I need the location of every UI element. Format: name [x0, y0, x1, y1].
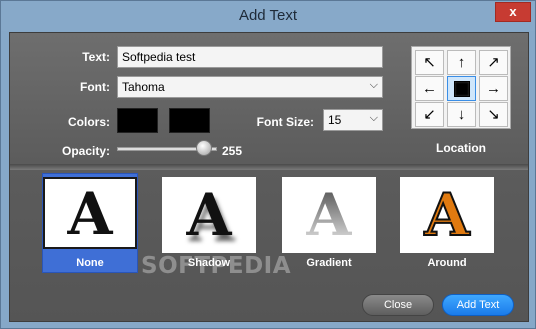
- location-left-button[interactable]: ←: [415, 76, 444, 101]
- style-none-preview: A: [67, 180, 113, 248]
- close-button[interactable]: Close: [362, 294, 434, 316]
- arrow-right-icon: →: [486, 80, 501, 97]
- location-right-button[interactable]: →: [479, 76, 508, 101]
- style-gradient-button[interactable]: A: [282, 177, 376, 253]
- opacity-slider-thumb[interactable]: [196, 140, 212, 156]
- arrow-up-icon: ↑: [457, 54, 466, 71]
- text-label: Text:: [82, 50, 110, 64]
- opacity-label: Opacity:: [61, 144, 110, 158]
- options-panel: Text: Softpedia test Font: Tahoma ⌵ Colo…: [9, 32, 529, 322]
- softpedia-watermark: SOFTPEDIA: [141, 253, 292, 279]
- close-window-button[interactable]: x: [495, 2, 531, 22]
- chevron-down-icon: ⌵: [369, 112, 378, 124]
- font-size-select[interactable]: 15 ⌵: [323, 109, 383, 131]
- location-label: Location: [436, 141, 486, 155]
- style-around-preview: A: [423, 180, 470, 250]
- font-select[interactable]: Tahoma ⌵: [117, 76, 383, 98]
- arrow-down-left-icon: ↙: [423, 106, 436, 123]
- arrow-up-right-icon: ↗: [487, 54, 500, 71]
- dialog-title: Add Text: [238, 7, 298, 24]
- style-shadow-preview: A: [186, 181, 232, 249]
- section-divider: [10, 164, 528, 170]
- style-gradient-preview: A: [306, 181, 352, 249]
- chevron-down-icon: ⌵: [369, 79, 378, 91]
- secondary-color-swatch[interactable]: [169, 108, 210, 133]
- center-square-icon: [453, 81, 470, 97]
- arrow-up-left-icon: ↖: [423, 54, 436, 71]
- location-top-left-button[interactable]: ↖: [415, 50, 444, 75]
- add-text-dialog: Add Text x Text: Softpedia test Font: Ta…: [0, 0, 536, 329]
- font-select-value: Tahoma: [122, 80, 165, 94]
- font-size-value: 15: [328, 113, 342, 127]
- style-around-label: Around: [427, 257, 467, 269]
- location-bottom-right-button[interactable]: ↘: [479, 102, 508, 127]
- arrow-left-icon: ←: [422, 80, 437, 97]
- location-top-right-button[interactable]: ↗: [479, 50, 508, 75]
- style-shadow-button[interactable]: A: [162, 177, 256, 253]
- font-label: Font:: [80, 80, 110, 94]
- style-around-button[interactable]: A: [400, 177, 494, 253]
- text-input[interactable]: Softpedia test: [117, 46, 383, 68]
- style-none-label: None: [76, 257, 104, 269]
- primary-color-swatch[interactable]: [117, 108, 158, 133]
- location-grid: ↖ ↑ ↗ ← → ↙ ↓ ↘: [411, 46, 511, 129]
- location-bottom-button[interactable]: ↓: [447, 102, 476, 127]
- opacity-value: 255: [222, 144, 243, 158]
- font-size-label: Font Size:: [256, 115, 314, 129]
- location-bottom-left-button[interactable]: ↙: [415, 102, 444, 127]
- title-bar: Add Text x: [1, 1, 535, 31]
- style-none-button[interactable]: A: [43, 177, 137, 249]
- arrow-down-icon: ↓: [457, 106, 466, 123]
- arrow-down-right-icon: ↘: [487, 106, 500, 123]
- location-top-button[interactable]: ↑: [447, 50, 476, 75]
- location-center-button[interactable]: [447, 76, 476, 101]
- add-text-button[interactable]: Add Text: [442, 294, 514, 316]
- colors-label: Colors:: [68, 115, 110, 129]
